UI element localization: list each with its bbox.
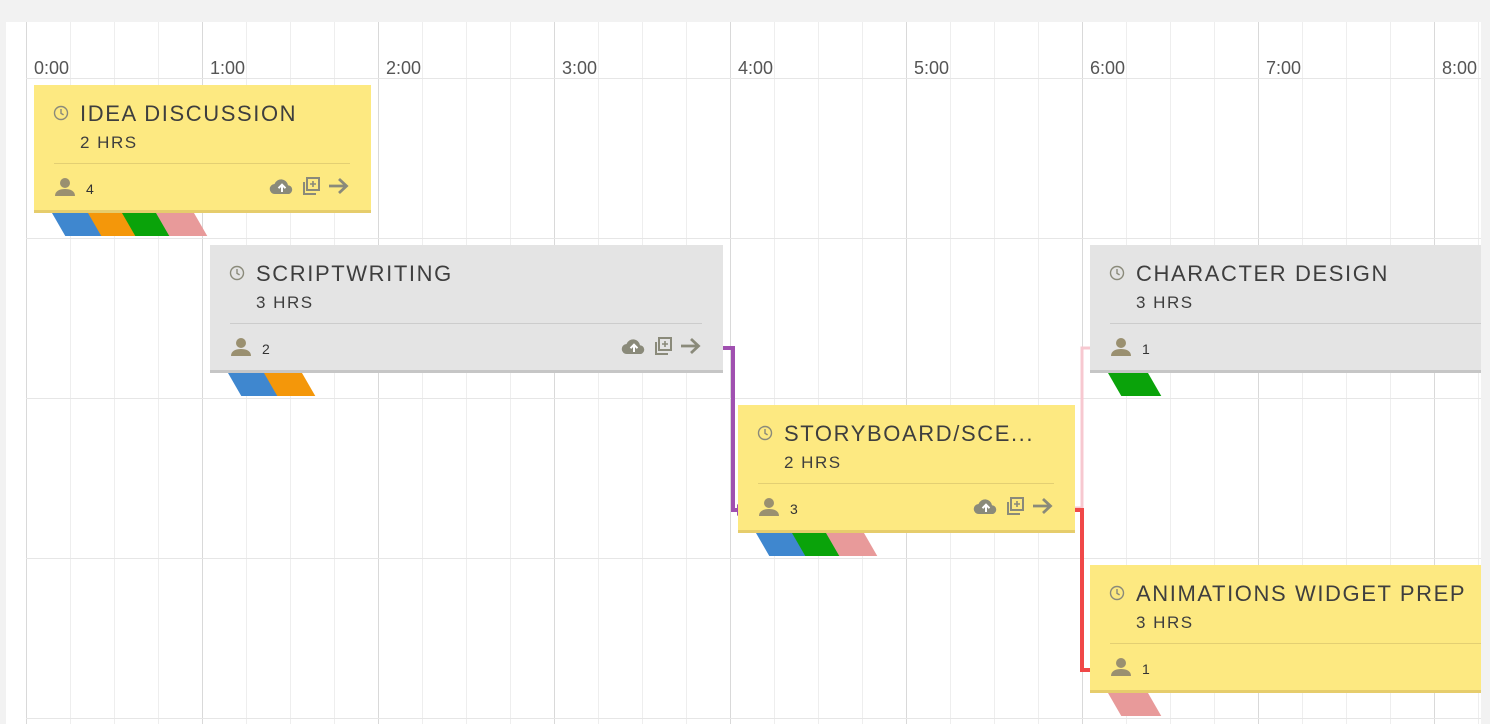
member-count: 4	[86, 181, 94, 197]
task-card[interactable]: CHARACTER DESIGN 3 HRS 1	[1090, 245, 1481, 373]
user-icon	[1109, 657, 1133, 682]
duplicate-icon[interactable]	[653, 336, 673, 361]
connector-storyboard-animations	[1074, 508, 1091, 672]
task-title: IDEA DISCUSSION	[80, 101, 298, 126]
user-icon	[757, 497, 781, 522]
task-duration: 3 HRS	[1136, 293, 1194, 312]
member-count: 2	[262, 341, 270, 357]
task-card[interactable]: SCRIPTWRITING 3 HRS 2	[210, 245, 723, 373]
task-divider	[1110, 643, 1481, 644]
member-count: 1	[1142, 661, 1150, 677]
member-count: 3	[790, 501, 798, 517]
task-divider	[54, 163, 350, 164]
task-tags	[1096, 373, 1162, 396]
clock-icon	[1109, 265, 1125, 286]
task-duration: 3 HRS	[256, 293, 314, 312]
task-duration: 2 HRS	[784, 453, 842, 472]
task-actions	[621, 336, 703, 361]
clock-icon	[229, 265, 245, 286]
task-title: STORYBOARD/SCE...	[784, 421, 1035, 446]
task-title: ANIMATIONS WIDGET PREP	[1136, 581, 1467, 606]
arrow-right-icon[interactable]	[1031, 496, 1055, 521]
user-icon	[1109, 337, 1133, 362]
task-card[interactable]: IDEA DISCUSSION 2 HRS 4	[34, 85, 371, 213]
user-icon	[53, 177, 77, 202]
task-duration: 3 HRS	[1136, 613, 1194, 632]
connector-storyboard-character	[1074, 346, 1091, 510]
task-tags	[1096, 693, 1162, 716]
task-divider	[758, 483, 1054, 484]
task-divider	[230, 323, 702, 324]
duplicate-icon[interactable]	[301, 176, 321, 201]
task-actions	[269, 176, 351, 201]
cloud-upload-icon[interactable]	[269, 177, 295, 200]
connector-scriptwriting-storyboard	[723, 346, 738, 512]
duplicate-icon[interactable]	[1005, 496, 1025, 521]
gantt-board: 0:00 1:00 2:00 3:00 4:00 5:00 6:00 7:00 8:00 IDE…	[6, 22, 1481, 724]
user-icon	[229, 337, 253, 362]
cloud-upload-icon[interactable]	[973, 497, 999, 520]
task-actions	[973, 496, 1055, 521]
task-card[interactable]: STORYBOARD/SCE... 2 HRS 3	[738, 405, 1075, 533]
task-tags	[744, 533, 878, 556]
member-count: 1	[1142, 341, 1150, 357]
arrow-right-icon[interactable]	[679, 336, 703, 361]
task-divider	[1110, 323, 1481, 324]
clock-icon	[1109, 585, 1125, 606]
task-duration: 2 HRS	[80, 133, 138, 152]
task-card[interactable]: ANIMATIONS WIDGET PREP 3 HRS 1	[1090, 565, 1481, 693]
clock-icon	[757, 425, 773, 446]
clock-icon	[53, 105, 69, 126]
task-tags	[40, 213, 208, 236]
cloud-upload-icon[interactable]	[621, 337, 647, 360]
task-title: SCRIPTWRITING	[256, 261, 453, 286]
task-title: CHARACTER DESIGN	[1136, 261, 1389, 286]
task-tags	[216, 373, 316, 396]
arrow-right-icon[interactable]	[327, 176, 351, 201]
